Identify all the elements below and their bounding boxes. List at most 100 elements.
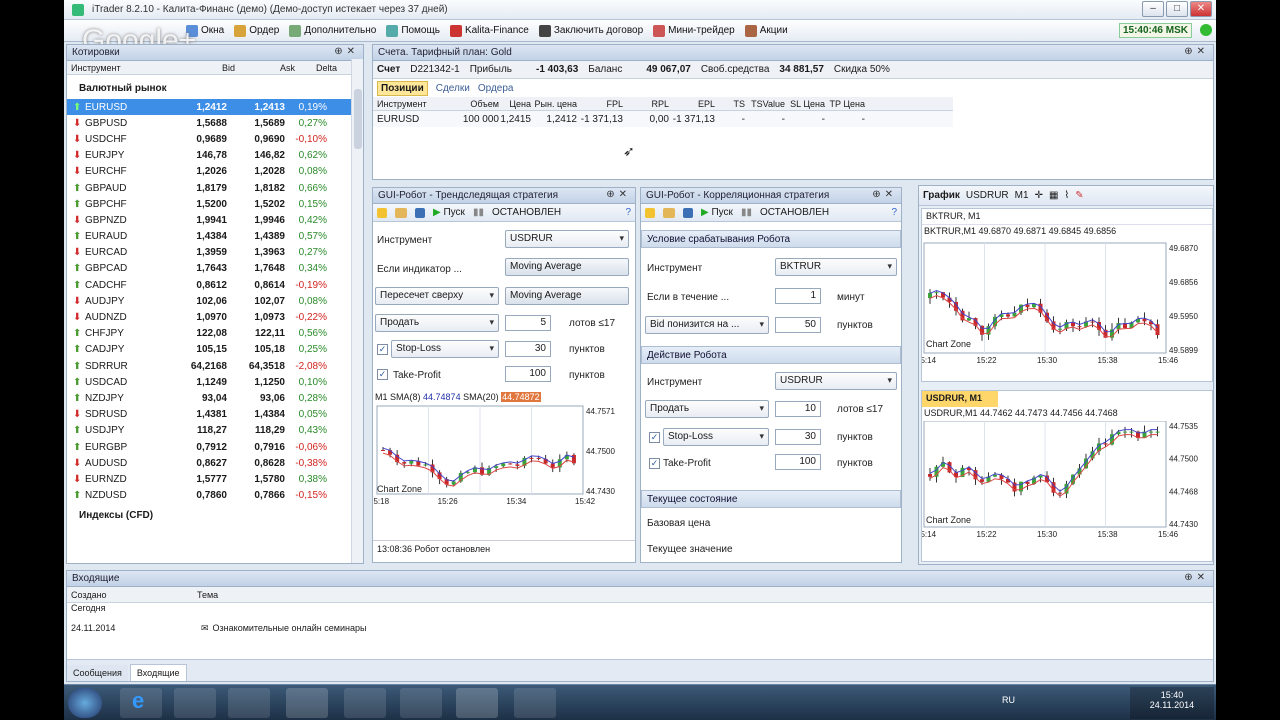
col-subject[interactable]: Тема [197,590,397,600]
stop-icon[interactable]: ▮▮ [473,207,484,218]
quote-row[interactable]: ⬆ EURUSD 1,2412 1,2413 0,19% [67,99,351,116]
quote-row[interactable]: ⬇ GBPNZD 1,9941 1,9946 0,42% [67,212,351,228]
chart-symbol-select[interactable]: USDRUR [966,190,1009,201]
panel-controls[interactable]: ⊕✕ [1184,572,1209,583]
pos-col[interactable]: TSValue [745,99,785,109]
col-delta[interactable]: Delta [295,63,337,73]
chart1-tab[interactable]: BKTRUR, M1 [922,209,1212,225]
state-section[interactable]: Текущее состояние [641,490,901,508]
quote-row[interactable]: ⬇ AUDNZD 1,0970 1,0973 -0,22% [67,309,351,325]
crossing-select[interactable]: Пересечет сверху [375,287,499,305]
quote-row[interactable]: ⬇ EURNZD 1,5777 1,5780 0,38% [67,471,351,487]
chart2-tab[interactable]: USDRUR, M1 [922,391,998,407]
star-icon[interactable] [645,207,655,218]
explorer-icon[interactable] [174,688,216,718]
quote-row[interactable]: ⬆ SDRRUR 64,2168 64,3518 -2,08% [67,358,351,374]
messenger-icon[interactable] [344,688,386,718]
within-input[interactable]: 1 [775,288,821,304]
tray-clock[interactable]: 15:40 24.11.2014 [1130,687,1214,719]
quote-row[interactable]: ⬆ NZDUSD 0,7860 0,7866 -0,15% [67,488,351,504]
stoploss-select[interactable]: Stop-Loss [663,428,769,446]
mini-chart[interactable]: M1 SMA(8) 44.74874 SMA(20) 44.74872 44.7… [373,392,635,520]
tab-messages[interactable]: Сообщения [67,665,128,681]
indicator1-button[interactable]: Moving Average [505,258,629,276]
tab-inbox[interactable]: Входящие [129,664,187,681]
quote-row[interactable]: ⬇ AUDUSD 0,8627 0,8628 -0,38% [67,455,351,471]
quote-row[interactable]: ⬆ GBPAUD 1,8179 1,8182 0,66% [67,180,351,196]
menu-help[interactable]: Помощь [384,24,442,37]
falls-input[interactable]: 50 [775,317,821,333]
help-icon[interactable]: ? [891,207,897,218]
chart-usdrur[interactable]: USDRUR, M1 USDRUR,M1 44.7462 44.7473 44.… [921,390,1213,562]
start-button[interactable]: ▶ Пуск [701,207,733,218]
folder-icon[interactable] [395,207,407,218]
start-button[interactable] [68,688,102,718]
powerpoint-icon[interactable] [514,688,556,718]
menu-order[interactable]: Ордер [232,24,281,37]
instrument2-select[interactable]: USDRUR [775,372,897,390]
pos-col[interactable]: Инструмент [373,99,449,109]
takeprofit-input[interactable]: 100 [505,366,551,382]
quote-row[interactable]: ⬆ USDJPY 118,27 118,29 0,43% [67,423,351,439]
ie-icon[interactable]: e [120,688,162,718]
folder-icon[interactable] [663,207,675,218]
quote-row[interactable]: ⬆ USDCAD 1,1249 1,1250 0,10% [67,374,351,390]
col-instrument[interactable]: Инструмент [67,63,197,73]
indicators-icon[interactable]: ⌇ [1064,190,1069,201]
quote-row[interactable]: ⬆ EURGBP 0,7912 0,7916 -0,06% [67,439,351,455]
firefox-icon[interactable] [400,688,442,718]
quote-row[interactable]: ⬆ EURAUD 1,4384 1,4389 0,57% [67,229,351,245]
panel-controls[interactable]: ⊕✕ [872,189,897,200]
star-icon[interactable] [377,207,387,218]
action-section[interactable]: Действие Робота [641,346,901,364]
help-icon[interactable]: ? [625,207,631,218]
lots-input[interactable]: 10 [775,401,821,417]
pos-col[interactable]: Объем [449,99,499,109]
language-indicator[interactable]: RU [1002,695,1015,705]
stop-icon[interactable]: ▮▮ [741,207,752,218]
maximize-button[interactable]: □ [1166,1,1188,17]
quote-row[interactable]: ⬇ SDRUSD 1,4381 1,4384 0,05% [67,407,351,423]
col-bid[interactable]: Bid [197,63,235,73]
panel-controls[interactable]: ⊕✕ [1184,46,1209,57]
tab-orders[interactable]: Ордера [478,83,514,94]
takeprofit-input[interactable]: 100 [775,454,821,470]
stoploss-checkbox[interactable]: ✓ [649,432,660,443]
quote-row[interactable]: ⬆ CADJPY 105,15 105,18 0,25% [67,342,351,358]
menu-mini-trader[interactable]: Мини-трейдер [651,24,737,37]
stoploss-select[interactable]: Stop-Loss [391,340,499,358]
itrader-icon[interactable] [456,688,498,718]
pos-col[interactable]: EPL [669,99,715,109]
sell-select[interactable]: Продать [645,400,769,418]
panel-controls[interactable]: ⊕✕ [334,46,359,57]
quote-row[interactable]: ⬇ EURCHF 1,2026 1,2028 0,08% [67,164,351,180]
action-select[interactable]: Продать [375,314,499,332]
minimize-button[interactable]: – [1142,1,1164,17]
instrument-select[interactable]: BKTRUR [775,258,897,276]
start-button[interactable]: ▶ Пуск [433,207,465,218]
quote-row[interactable]: ⬆ GBPCHF 1,5200 1,5202 0,15% [67,196,351,212]
tab-positions[interactable]: Позиции [377,80,428,96]
col-created[interactable]: Создано [67,590,197,600]
chrome-icon[interactable] [286,688,328,718]
col-ask[interactable]: Ask [235,63,295,73]
lots-input[interactable]: 5 [505,315,551,331]
menu-contract[interactable]: Заключить договор [537,24,645,37]
save-icon[interactable] [683,207,693,218]
stoploss-checkbox[interactable]: ✓ [377,344,388,355]
tab-deals[interactable]: Сделки [436,83,470,94]
pos-col[interactable]: SL Цена [785,99,825,109]
bid-falls-select[interactable]: Bid понизится на ... [645,316,769,334]
inbox-row[interactable]: 24.11.2014 ✉ Ознакомительные онлайн семи… [67,617,1213,635]
chart-bktrur[interactable]: BKTRUR, M1 BKTRUR,M1 49.6870 49.6871 49.… [921,208,1213,382]
indicator2-button[interactable]: Moving Average [505,287,629,305]
quote-row[interactable]: ⬇ EURJPY 146,78 146,82 0,62% [67,148,351,164]
quote-row[interactable]: ⬆ GBPCAD 1,7643 1,7648 0,34% [67,261,351,277]
pos-col[interactable]: FPL [577,99,623,109]
stoploss-input[interactable]: 30 [775,429,821,445]
close-button[interactable]: ✕ [1190,1,1212,17]
quote-row[interactable]: ⬆ NZDJPY 93,04 93,06 0,28% [67,390,351,406]
pos-col[interactable]: Рын. цена [531,99,577,109]
quote-row[interactable]: ⬇ USDCHF 0,9689 0,9690 -0,10% [67,131,351,147]
pos-col[interactable]: RPL [623,99,669,109]
